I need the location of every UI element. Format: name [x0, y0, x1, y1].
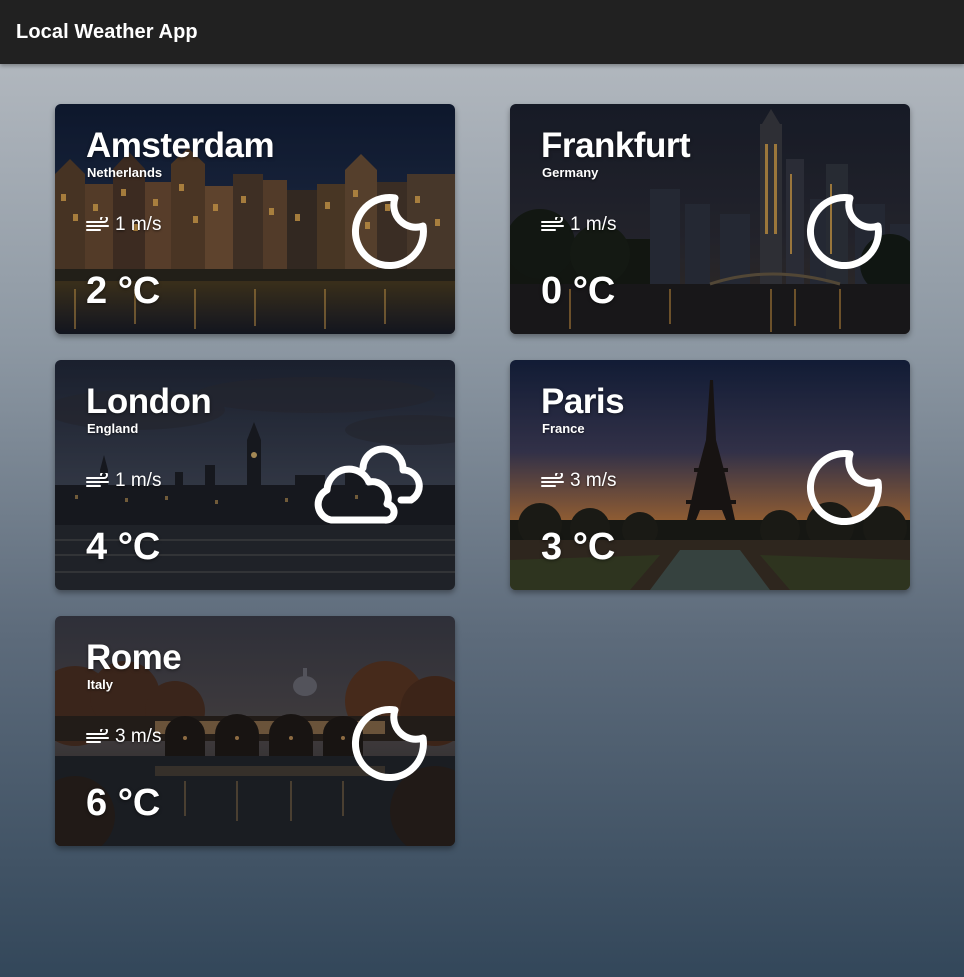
- country-name: Germany: [542, 165, 599, 180]
- moon-icon: [351, 706, 427, 782]
- wind-speed-value: 1 m/s: [570, 214, 617, 235]
- wind-icon: [541, 473, 564, 487]
- wind-speed: 1 m/s: [86, 214, 161, 236]
- wind-speed-value: 3 m/s: [115, 726, 162, 747]
- country-name: France: [542, 421, 585, 436]
- weather-card-rome[interactable]: Rome Italy 3 m/s 6 °C: [55, 616, 455, 846]
- weather-card-paris[interactable]: Paris France 3 m/s 3 °C: [510, 360, 910, 590]
- country-name: Netherlands: [87, 165, 163, 180]
- wind-icon: [86, 729, 109, 743]
- wind-speed: 3 m/s: [86, 726, 161, 748]
- moon-icon: [806, 450, 882, 526]
- temperature: 3 °C: [541, 526, 616, 568]
- wind-icon: [86, 217, 109, 231]
- country-name: Italy: [87, 677, 114, 692]
- country-name: England: [87, 421, 139, 436]
- wind-icon: [541, 217, 564, 231]
- app-bar: Local Weather App: [0, 0, 964, 64]
- temperature: 6 °C: [86, 782, 161, 824]
- app-title: Local Weather App: [16, 20, 198, 43]
- moon-icon: [806, 194, 882, 270]
- weather-card-london[interactable]: London England 1 m/s 4 °C: [55, 360, 455, 590]
- wind-speed: 3 m/s: [541, 470, 616, 492]
- temperature: 0 °C: [541, 270, 616, 312]
- city-name: Rome: [86, 638, 182, 677]
- city-name: Paris: [541, 382, 625, 421]
- temperature: 4 °C: [86, 526, 161, 568]
- wind-speed-value: 3 m/s: [570, 470, 617, 491]
- weather-card-frankfurt[interactable]: Frankfurt Germany 1 m/s 0 °C: [510, 104, 910, 334]
- wind-speed: 1 m/s: [86, 470, 161, 492]
- cloud-icon: [311, 445, 427, 528]
- city-name: Frankfurt: [541, 126, 691, 165]
- temperature: 2 °C: [86, 270, 161, 312]
- weather-card-amsterdam[interactable]: Amsterdam Netherlands 1 m/s 2 °C: [55, 104, 455, 334]
- wind-speed-value: 1 m/s: [115, 214, 162, 235]
- wind-speed-value: 1 m/s: [115, 470, 162, 491]
- wind-icon: [86, 473, 109, 487]
- wind-speed: 1 m/s: [541, 214, 616, 236]
- moon-icon: [351, 194, 427, 270]
- city-name: London: [86, 382, 212, 421]
- city-name: Amsterdam: [86, 126, 275, 165]
